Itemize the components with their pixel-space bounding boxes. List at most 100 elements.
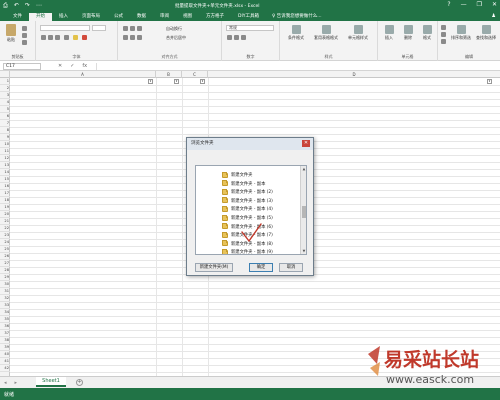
row-header[interactable]: 1 <box>0 78 10 85</box>
cancel-button[interactable]: 取消 <box>279 263 303 272</box>
insert-function-icon[interactable]: fx <box>82 63 87 69</box>
row-header[interactable]: 19 <box>0 204 10 211</box>
cancel-icon[interactable]: ✕ <box>58 63 62 69</box>
row-header[interactable]: 30 <box>0 281 10 288</box>
minimize-button[interactable]: — <box>461 1 467 8</box>
format-as-table-button[interactable]: 套用表格格式 <box>312 25 340 41</box>
row-header[interactable]: 18 <box>0 197 10 204</box>
row-header[interactable]: 41 <box>0 358 10 365</box>
undo-icon[interactable]: ↶ <box>14 2 19 9</box>
insert-cells-button[interactable]: 插入 <box>380 25 398 41</box>
row-header[interactable]: 25 <box>0 246 10 253</box>
row-header[interactable]: 37 <box>0 330 10 337</box>
row-header[interactable]: 8 <box>0 127 10 134</box>
column-header-a[interactable]: A <box>10 71 156 78</box>
tab-file[interactable]: 文件 <box>6 13 29 21</box>
row-header[interactable]: 13 <box>0 162 10 169</box>
row-header[interactable]: 15 <box>0 176 10 183</box>
formula-input[interactable] <box>96 63 488 70</box>
row-header[interactable]: 33 <box>0 302 10 309</box>
row-header[interactable]: 12 <box>0 155 10 162</box>
filter-dropdown-c[interactable]: ▾ <box>200 79 205 84</box>
clear-icon[interactable] <box>441 39 446 44</box>
help-icon[interactable]: ? <box>447 1 450 8</box>
fill-color-icon[interactable] <box>73 35 78 40</box>
row-header[interactable]: 27 <box>0 260 10 267</box>
row-header[interactable]: 3 <box>0 92 10 99</box>
redo-icon[interactable]: ↷ <box>25 2 30 9</box>
font-size-combo[interactable] <box>92 25 106 31</box>
conditional-format-button[interactable]: 条件格式 <box>282 25 310 41</box>
font-name-combo[interactable] <box>40 25 90 31</box>
row-header[interactable]: 24 <box>0 239 10 246</box>
row-header[interactable]: 6 <box>0 113 10 120</box>
underline-icon[interactable] <box>55 35 60 40</box>
comma-icon[interactable] <box>241 35 246 40</box>
tab-review[interactable]: 审阅 <box>153 13 176 21</box>
scroll-thumb[interactable] <box>302 206 306 218</box>
share-icon[interactable]: ♟ <box>492 13 496 19</box>
row-header[interactable]: 14 <box>0 169 10 176</box>
row-header[interactable]: 5 <box>0 106 10 113</box>
align-middle-icon[interactable] <box>130 26 135 31</box>
row-header[interactable]: 17 <box>0 190 10 197</box>
scroll-down-icon[interactable]: ▼ <box>301 248 306 254</box>
row-header[interactable]: 22 <box>0 225 10 232</box>
cell-styles-button[interactable]: 单元格样式 <box>342 25 374 41</box>
align-left-icon[interactable] <box>123 35 128 40</box>
row-header[interactable]: 21 <box>0 218 10 225</box>
row-header[interactable]: 16 <box>0 183 10 190</box>
row-header[interactable]: 28 <box>0 267 10 274</box>
restore-button[interactable]: ❐ <box>477 1 482 8</box>
tree-scrollbar[interactable]: ▲ ▼ <box>300 166 306 254</box>
align-center-icon[interactable] <box>130 35 135 40</box>
dialog-close-button[interactable]: ✕ <box>302 140 310 147</box>
column-header-b[interactable]: B <box>156 71 182 78</box>
column-header-c[interactable]: C <box>182 71 208 78</box>
cut-icon[interactable] <box>22 26 27 31</box>
prev-sheet-icon[interactable]: ◂ <box>4 380 7 386</box>
row-header[interactable]: 10 <box>0 141 10 148</box>
filter-dropdown-d[interactable]: ▾ <box>487 79 492 84</box>
row-header[interactable]: 2 <box>0 85 10 92</box>
align-bottom-icon[interactable] <box>137 26 142 31</box>
row-header[interactable]: 4 <box>0 99 10 106</box>
autosum-icon[interactable] <box>441 25 446 30</box>
copy-icon[interactable] <box>22 33 27 38</box>
tab-view[interactable]: 视图 <box>176 13 199 21</box>
row-header[interactable]: 26 <box>0 253 10 260</box>
enter-icon[interactable]: ✓ <box>70 63 74 69</box>
format-painter-icon[interactable] <box>22 40 27 45</box>
add-sheet-button[interactable]: + <box>76 379 83 386</box>
row-header[interactable]: 42 <box>0 365 10 372</box>
next-sheet-icon[interactable]: ▸ <box>15 380 18 386</box>
row-header[interactable]: 39 <box>0 344 10 351</box>
row-header[interactable]: 32 <box>0 295 10 302</box>
filter-dropdown-b[interactable]: ▾ <box>174 79 179 84</box>
new-folder-button[interactable]: 新建文件夹(M) <box>195 263 233 272</box>
row-header[interactable]: 36 <box>0 323 10 330</box>
tab-fangfang-grid[interactable]: 方方格子 <box>199 13 231 21</box>
tab-insert[interactable]: 插入 <box>52 13 75 21</box>
number-format-combo[interactable]: 常规 <box>226 25 274 31</box>
row-header[interactable]: 7 <box>0 120 10 127</box>
row-header[interactable]: 11 <box>0 148 10 155</box>
tab-data[interactable]: 数据 <box>130 13 153 21</box>
ok-button[interactable]: 确定 <box>249 263 273 272</box>
percent-icon[interactable] <box>234 35 239 40</box>
row-header[interactable]: 38 <box>0 337 10 344</box>
save-icon[interactable]: ⎙ <box>3 2 8 9</box>
tab-home[interactable]: 开始 <box>29 13 52 21</box>
folder-item[interactable]: 新建文件夹 - 副本 (9) <box>222 247 273 254</box>
close-button[interactable]: ✕ <box>492 1 497 8</box>
row-header[interactable]: 23 <box>0 232 10 239</box>
align-top-icon[interactable] <box>123 26 128 31</box>
scroll-up-icon[interactable]: ▲ <box>301 166 306 172</box>
format-cells-button[interactable]: 格式 <box>418 25 436 41</box>
bold-icon[interactable] <box>41 35 46 40</box>
tab-page-layout[interactable]: 页面布局 <box>75 13 107 21</box>
filter-dropdown-a[interactable]: ▾ <box>148 79 153 84</box>
column-header-d[interactable]: D <box>208 71 500 78</box>
row-header[interactable]: 29 <box>0 274 10 281</box>
select-all-corner[interactable] <box>0 71 10 78</box>
